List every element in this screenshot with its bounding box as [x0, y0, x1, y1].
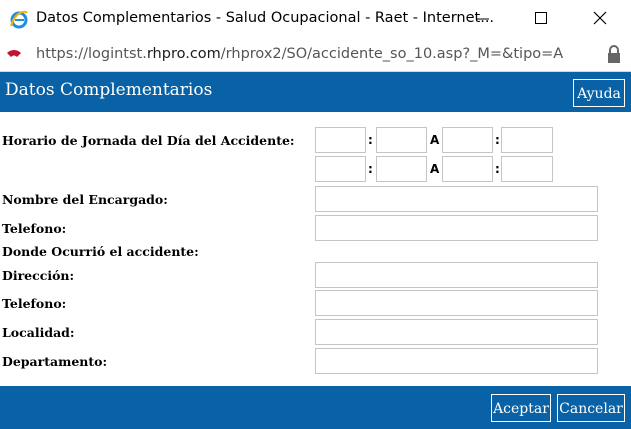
departamento-input[interactable] — [315, 348, 598, 374]
departamento-label: Departamento: — [2, 354, 108, 369]
a-separator: A — [430, 133, 440, 147]
telefono-label: Telefono: — [2, 221, 67, 236]
colon-separator: : — [495, 162, 500, 176]
accept-button[interactable]: Aceptar — [491, 394, 551, 422]
window-titlebar: Datos Complementarios - Salud Ocupaciona… — [0, 0, 631, 39]
internet-explorer-icon — [9, 9, 29, 29]
page-header: Datos Complementarios Ayuda — [0, 72, 631, 112]
horario-1-hasta-min-input[interactable] — [501, 127, 553, 153]
url-text[interactable]: https://logintst.rhpro.com/rhprox2/SO/ac… — [36, 46, 563, 62]
encargado-input[interactable] — [315, 186, 598, 212]
colon-separator: : — [495, 133, 500, 147]
page-footer: Aceptar Cancelar — [0, 386, 631, 429]
horario-2-hasta-hora-input[interactable] — [442, 156, 493, 182]
telefono-input[interactable] — [315, 215, 598, 241]
minimize-icon[interactable] — [468, 8, 498, 30]
address-bar[interactable]: https://logintst.rhpro.com/rhprox2/SO/ac… — [0, 38, 631, 72]
telefono-accidente-label: Telefono: — [2, 296, 67, 311]
url-path: /rhprox2/SO/accidente_so_10.asp?_M=&tipo… — [220, 46, 564, 62]
a-separator: A — [430, 162, 440, 176]
direccion-input[interactable] — [315, 262, 598, 288]
telefono-accidente-input[interactable] — [315, 290, 598, 316]
url-domain: rhpro.com — [146, 46, 221, 62]
horario-label: Horario de Jornada del Día del Accidente… — [2, 133, 295, 148]
horario-1-desde-hora-input[interactable] — [315, 127, 366, 153]
encargado-label: Nombre del Encargado: — [2, 192, 168, 207]
help-button[interactable]: Ayuda — [573, 79, 625, 107]
window-title: Datos Complementarios - Salud Ocupaciona… — [36, 10, 495, 26]
donde-ocurrio-label: Donde Ocurrió el accidente: — [2, 244, 199, 259]
colon-separator: : — [368, 133, 373, 147]
localidad-label: Localidad: — [2, 325, 75, 340]
maximize-icon[interactable] — [526, 8, 556, 30]
url-prefix: https://logintst. — [36, 46, 147, 62]
colon-separator: : — [368, 162, 373, 176]
horario-1-hasta-hora-input[interactable] — [442, 127, 493, 153]
horario-2-desde-hora-input[interactable] — [315, 156, 366, 182]
direccion-label: Dirección: — [2, 268, 75, 283]
localidad-input[interactable] — [315, 319, 598, 345]
lock-icon — [607, 44, 621, 64]
close-icon[interactable] — [585, 8, 615, 30]
horario-2-hasta-min-input[interactable] — [501, 156, 553, 182]
horario-2-desde-min-input[interactable] — [376, 156, 427, 182]
rhpro-logo-icon — [6, 47, 22, 63]
page-title: Datos Complementarios — [5, 80, 213, 100]
horario-1-desde-min-input[interactable] — [376, 127, 427, 153]
cancel-button[interactable]: Cancelar — [557, 394, 625, 422]
